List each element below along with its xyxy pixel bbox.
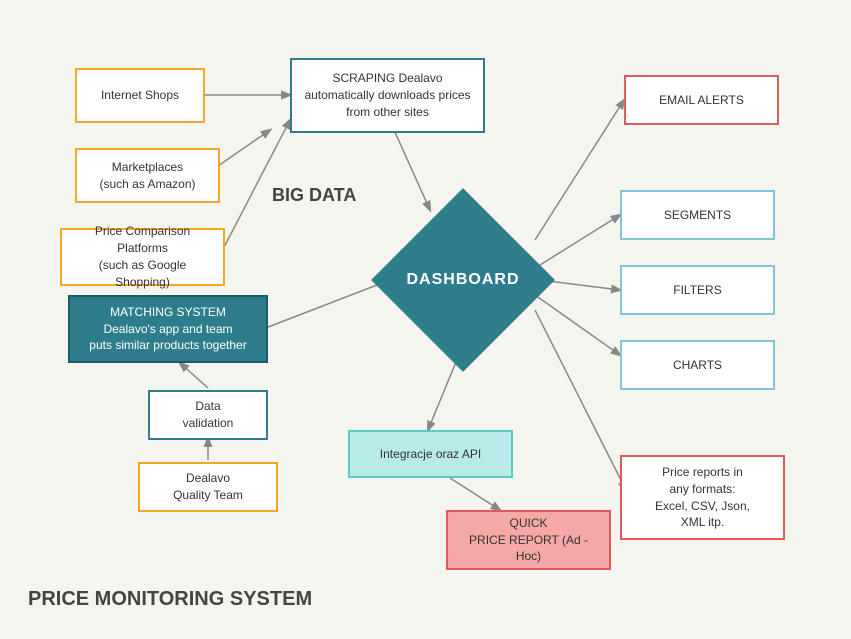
internet-shops-box: Internet Shops — [75, 68, 205, 123]
big-data-label: BIG DATA — [272, 185, 356, 206]
dealavo-quality-box: DealavoQuality Team — [138, 462, 278, 512]
diagram: Internet Shops Marketplaces(such as Amaz… — [0, 0, 851, 639]
matching-system-label: MATCHING SYSTEMDealavo's app and teamput… — [89, 304, 246, 354]
charts-box: CHARTS — [620, 340, 775, 390]
marketplaces-label: Marketplaces(such as Amazon) — [99, 159, 195, 193]
price-monitoring-label: PRICE MONITORING SYSTEM — [28, 588, 312, 611]
price-comparison-box: Price Comparison Platforms(such as Googl… — [60, 228, 225, 286]
data-validation-label: Datavalidation — [183, 398, 234, 432]
price-comparison-label: Price Comparison Platforms(such as Googl… — [72, 223, 213, 290]
quick-report-label: QUICKPRICE REPORT (Ad - Hoc) — [458, 515, 599, 565]
dashboard-diamond-container: DASHBOARD — [393, 210, 533, 350]
filters-label: FILTERS — [673, 282, 721, 299]
internet-shops-label: Internet Shops — [101, 87, 179, 104]
marketplaces-box: Marketplaces(such as Amazon) — [75, 148, 220, 203]
integrations-label: Integracje oraz API — [380, 446, 481, 463]
data-validation-box: Datavalidation — [148, 390, 268, 440]
email-alerts-label: EMAIL ALERTS — [659, 92, 744, 109]
quick-report-box: QUICKPRICE REPORT (Ad - Hoc) — [446, 510, 611, 570]
scraping-box: SCRAPING Dealavoautomatically downloads … — [290, 58, 485, 133]
filters-box: FILTERS — [620, 265, 775, 315]
dashboard-label: DASHBOARD — [407, 271, 520, 289]
segments-box: SEGMENTS — [620, 190, 775, 240]
scraping-label: SCRAPING Dealavoautomatically downloads … — [304, 70, 470, 120]
charts-label: CHARTS — [673, 357, 722, 374]
price-reports-box: Price reports inany formats:Excel, CSV, … — [620, 455, 785, 540]
segments-label: SEGMENTS — [664, 207, 731, 224]
matching-system-box: MATCHING SYSTEMDealavo's app and teamput… — [68, 295, 268, 363]
integrations-box: Integracje oraz API — [348, 430, 513, 478]
email-alerts-box: EMAIL ALERTS — [624, 75, 779, 125]
dealavo-quality-label: DealavoQuality Team — [173, 470, 243, 504]
price-reports-label: Price reports inany formats:Excel, CSV, … — [655, 464, 750, 531]
